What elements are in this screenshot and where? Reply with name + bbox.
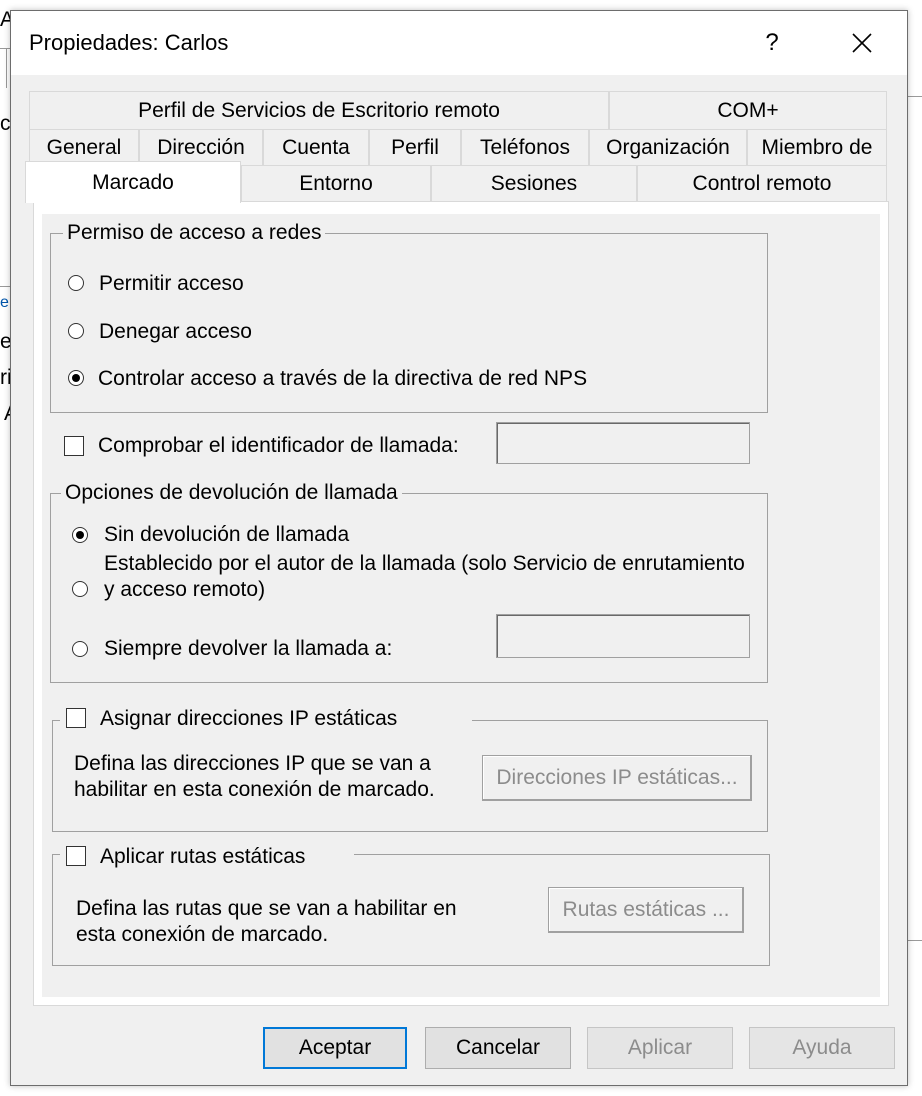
radio-label-siempre-devolver[interactable]: Siempre devolver la llamada a: xyxy=(104,637,392,661)
background-divider xyxy=(6,48,7,88)
tab-marcado[interactable]: Marcado xyxy=(25,161,241,203)
tab-control-remoto[interactable]: Control remoto xyxy=(637,165,887,201)
tab-perfil-servicios-escritorio[interactable]: Perfil de Servicios de Escritorio remoto xyxy=(29,91,609,129)
properties-dialog: Propiedades: Carlos ? Perfil de Servicio… xyxy=(10,10,908,1086)
radio-label-controlar-acceso-nps[interactable]: Controlar acceso a través de la directiv… xyxy=(98,367,587,391)
static-routes-description: Defina las rutas que se van a habilitar … xyxy=(76,897,457,946)
apply-button[interactable]: Aplicar xyxy=(587,1027,733,1069)
tab-telefonos[interactable]: Teléfonos xyxy=(461,129,589,165)
title-bar[interactable]: Propiedades: Carlos ? xyxy=(11,11,907,75)
static-ip-checkbox[interactable] xyxy=(66,708,86,728)
caller-id-checkbox[interactable] xyxy=(64,436,84,456)
radio-controlar-acceso-nps[interactable] xyxy=(68,370,84,386)
radio-establecido-por-autor[interactable] xyxy=(72,581,88,597)
static-routes-button[interactable]: Rutas estáticas ... xyxy=(548,887,744,933)
static-ip-description: Defina las direcciones IP que se van a h… xyxy=(74,752,435,801)
tab-page-marcado: Permiso de acceso a redes Permitir acces… xyxy=(33,201,889,1006)
tab-general[interactable]: General xyxy=(29,129,139,165)
help-button[interactable]: Ayuda xyxy=(749,1027,895,1069)
tab-perfil[interactable]: Perfil xyxy=(369,129,461,165)
radio-siempre-devolver[interactable] xyxy=(72,641,88,657)
static-routes-label[interactable]: Aplicar rutas estáticas xyxy=(100,845,305,869)
tab-entorno[interactable]: Entorno xyxy=(241,165,431,201)
background-divider xyxy=(908,96,922,97)
radio-sin-devolucion[interactable] xyxy=(72,527,88,543)
background-divider xyxy=(908,940,922,941)
caller-id-input[interactable] xyxy=(496,422,750,464)
static-ip-label[interactable]: Asignar direcciones IP estáticas xyxy=(100,707,397,731)
background-divider xyxy=(0,48,10,49)
ok-button[interactable]: Aceptar xyxy=(263,1027,407,1069)
radio-permitir-acceso[interactable] xyxy=(68,275,84,291)
help-title-button[interactable]: ? xyxy=(747,23,797,63)
tab-organizacion[interactable]: Organización xyxy=(589,129,747,165)
close-button[interactable] xyxy=(837,23,887,63)
static-ip-button[interactable]: Direcciones IP estáticas... xyxy=(482,755,752,801)
tab-sesiones[interactable]: Sesiones xyxy=(431,165,637,201)
radio-denegar-acceso[interactable] xyxy=(68,323,84,339)
tab-com[interactable]: COM+ xyxy=(609,91,887,129)
tab-page-content: Permiso de acceso a redes Permitir acces… xyxy=(42,214,880,997)
network-access-legend: Permiso de acceso a redes xyxy=(63,221,326,245)
callback-options-legend: Opciones de devolución de llamada xyxy=(61,481,402,505)
tab-cuenta[interactable]: Cuenta xyxy=(263,129,369,165)
cancel-button[interactable]: Cancelar xyxy=(425,1027,571,1069)
radio-label-sin-devolucion[interactable]: Sin devolución de llamada xyxy=(104,523,349,547)
radio-label-permitir-acceso[interactable]: Permitir acceso xyxy=(99,272,244,296)
tab-miembro-de[interactable]: Miembro de xyxy=(747,129,887,165)
radio-label-denegar-acceso[interactable]: Denegar acceso xyxy=(99,320,252,344)
close-icon xyxy=(852,33,872,53)
callback-number-input[interactable] xyxy=(496,614,750,658)
dialog-title: Propiedades: Carlos xyxy=(29,30,229,55)
static-routes-checkbox[interactable] xyxy=(66,846,86,866)
caller-id-label[interactable]: Comprobar el identificador de llamada: xyxy=(98,434,459,458)
tab-direccion[interactable]: Dirección xyxy=(139,129,263,165)
background-divider xyxy=(0,286,10,287)
radio-label-establecido-por-autor[interactable]: Establecido por el autor de la llamada (… xyxy=(104,551,754,603)
